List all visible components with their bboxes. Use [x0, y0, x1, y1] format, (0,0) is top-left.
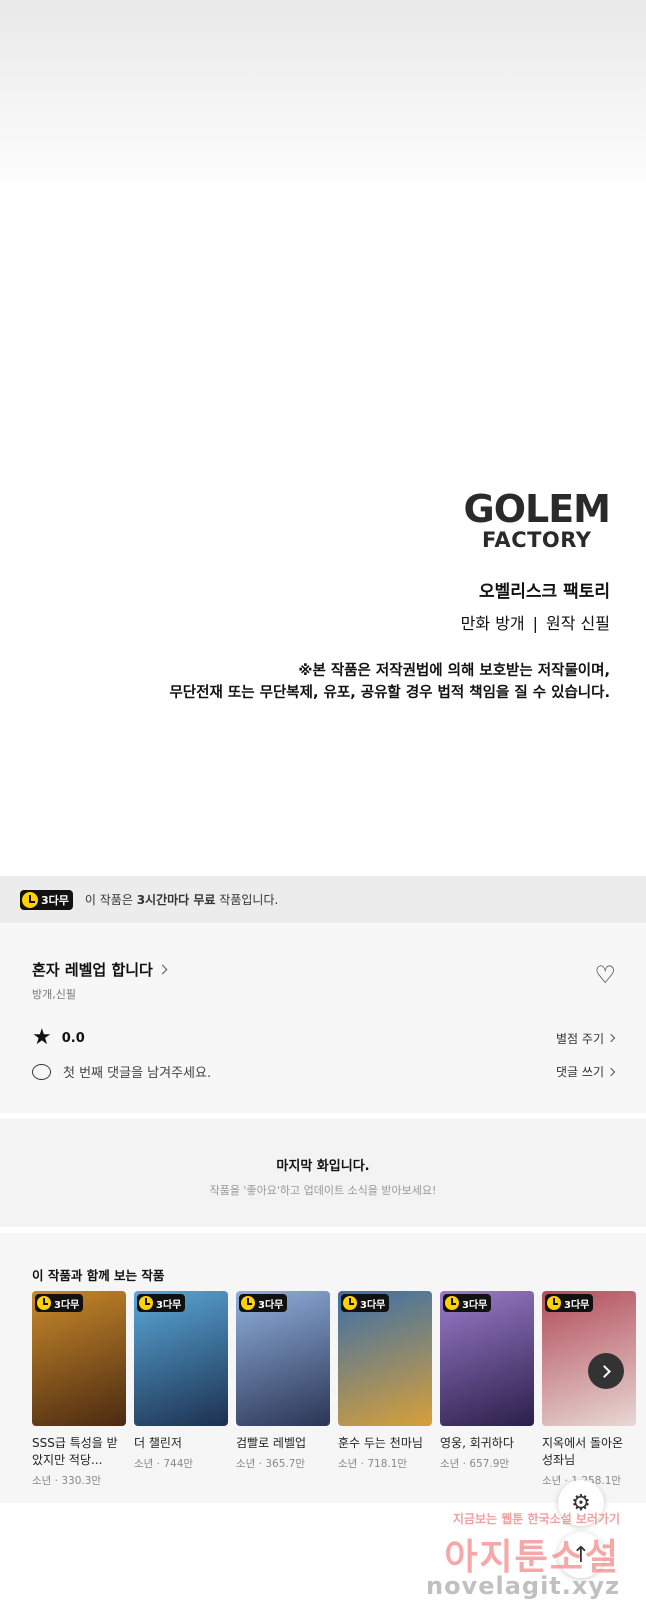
- watermark-line3: novelagit.xyz: [425, 1572, 620, 1600]
- cover-thumbnail: 3다무: [236, 1291, 330, 1426]
- rating-value: 0.0: [61, 1030, 85, 1046]
- clock-icon: [343, 1296, 357, 1310]
- top-gradient: [0, 0, 646, 200]
- card-title: SSS급 특성을 받았지만 적당...: [32, 1436, 118, 1467]
- recommendation-card[interactable]: 3다무더 챌린저소년 · 744만: [134, 1291, 228, 1488]
- series-authors: 방개,신필: [32, 988, 76, 1001]
- card-meta: 소년 · 657.9만: [440, 1458, 510, 1470]
- series-title: 혼자 레벨업 합니다: [32, 961, 153, 979]
- free-banner: 3다무 이 작품은 3시간마다 무료 작품입니다.: [0, 876, 646, 923]
- wait-free-badge: 3다무: [20, 889, 73, 910]
- comment-icon: [32, 1063, 51, 1080]
- clock-icon: [445, 1296, 459, 1310]
- copyright-notice: ※본 작품은 저작권법에 의해 보호받는 저작물이며, 무단전재 또는 무단복제…: [169, 663, 610, 701]
- comment-row: 첫 번째 댓글을 남겨주세요. 댓글 쓰기: [32, 1062, 616, 1081]
- cover-thumbnail: 3다무: [32, 1291, 126, 1426]
- card-meta: 소년 · 365.7만: [236, 1458, 306, 1470]
- scroll-top-button[interactable]: ↑: [558, 1532, 604, 1578]
- clock-icon: [241, 1296, 255, 1310]
- comment-prompt[interactable]: 첫 번째 댓글을 남겨주세요.: [63, 1062, 211, 1081]
- clock-icon: [547, 1296, 561, 1310]
- recommendations-title: 이 작품과 함께 보는 작품: [32, 1268, 165, 1283]
- chevron-right-icon: [606, 1067, 616, 1076]
- clock-icon: [37, 1296, 51, 1310]
- settings-button[interactable]: ⚙: [558, 1480, 604, 1526]
- wait-free-badge: 3다무: [239, 1294, 288, 1312]
- chevron-right-icon: [157, 964, 168, 975]
- card-meta: 소년 · 718.1만: [338, 1458, 408, 1470]
- card-title: 검빨로 레벨업: [236, 1436, 307, 1450]
- cover-thumbnail: 3다무: [440, 1291, 534, 1426]
- heart-icon[interactable]: ♡: [594, 963, 616, 987]
- recommendation-card[interactable]: 3다무 지옥에서 돌아온 성좌님 소년 · 1,258.1만: [542, 1291, 636, 1488]
- card-title: 더 챌린저: [134, 1436, 182, 1450]
- arrow-up-icon: ↑: [571, 1542, 591, 1568]
- cover-thumbnail: 3다무: [542, 1291, 636, 1426]
- story-credit: 원작 신필: [546, 614, 610, 633]
- recommendation-card[interactable]: 3다무영웅, 회귀하다소년 · 657.9만: [440, 1291, 534, 1488]
- recommendation-card[interactable]: 3다무훈수 두는 천마님소년 · 718.1만: [338, 1291, 432, 1488]
- card-meta: 소년 · 330.3만: [32, 1475, 102, 1487]
- gear-icon: ⚙: [571, 1490, 591, 1516]
- cover-thumbnail: 3다무: [134, 1291, 228, 1426]
- recommendation-card[interactable]: 3다무 SSS급 특성을 받았지만 적당... 소년 · 330.3만: [32, 1291, 126, 1488]
- series-info: 혼자 레벨업 합니다 방개,신필 ♡ ★ 0.0 별점 주기 첫 번째 댓글을 …: [0, 923, 646, 1113]
- chevron-right-icon: [606, 1033, 616, 1043]
- free-banner-text: 이 작품은 3시간마다 무료 작품입니다.: [84, 893, 279, 907]
- card-meta: 소년 · 744만: [134, 1458, 194, 1470]
- write-comment-button[interactable]: 댓글 쓰기: [556, 1063, 616, 1080]
- last-episode-title: 마지막 화입니다.: [276, 1159, 370, 1174]
- credit-separator: |: [532, 614, 539, 633]
- art-credit: 만화 방개: [460, 614, 525, 633]
- card-title: 영웅, 회귀하다: [440, 1436, 514, 1450]
- last-episode-subtitle: 작품을 '좋아요'하고 업데이트 소식을 받아보세요!: [209, 1184, 437, 1197]
- recommendation-card[interactable]: 3다무검빨로 레벨업소년 · 365.7만: [236, 1291, 330, 1488]
- star-icon: ★: [32, 1025, 52, 1050]
- golem-factory-logo: GOLEM FACTORY: [463, 487, 611, 552]
- rating-row: ★ 0.0 별점 주기: [32, 1025, 616, 1050]
- wait-free-badge: 3다무: [35, 1294, 84, 1312]
- studio-name: 오벨리스크 팩토리: [478, 582, 610, 602]
- card-title: 지옥에서 돌아온 성좌님: [542, 1436, 624, 1467]
- wait-free-badge: 3다무: [545, 1294, 594, 1312]
- series-title-link[interactable]: 혼자 레벨업 합니다: [32, 959, 168, 980]
- recommendations: 이 작품과 함께 보는 작품 3다무 SSS급 특성을 받았지만 적당... 소년 …: [0, 1233, 646, 1503]
- wait-free-badge: 3다무: [341, 1294, 390, 1312]
- staff-line: 만화 방개 | 원작 신필: [150, 610, 610, 634]
- wait-free-badge: 3다무: [137, 1294, 186, 1312]
- card-title: 훈수 두는 천마님: [338, 1436, 423, 1450]
- clock-icon: [139, 1296, 153, 1310]
- cover-thumbnail: 3다무: [338, 1291, 432, 1426]
- clock-icon: [22, 891, 38, 908]
- wait-free-badge: 3다무: [443, 1294, 492, 1312]
- recommendation-list: 3다무 SSS급 특성을 받았지만 적당... 소년 · 330.3만 3다무더 챌린…: [32, 1291, 636, 1488]
- credits-section: GOLEM FACTORY 오벨리스크 팩토리 만화 방개 | 원작 신필 ※본 작…: [150, 487, 611, 704]
- chevron-right-icon: [598, 1364, 611, 1378]
- last-episode-notice: 마지막 화입니다. 작품을 '좋아요'하고 업데이트 소식을 받아보세요!: [0, 1119, 646, 1227]
- rate-button[interactable]: 별점 주기: [556, 1030, 616, 1047]
- next-button[interactable]: [588, 1353, 624, 1389]
